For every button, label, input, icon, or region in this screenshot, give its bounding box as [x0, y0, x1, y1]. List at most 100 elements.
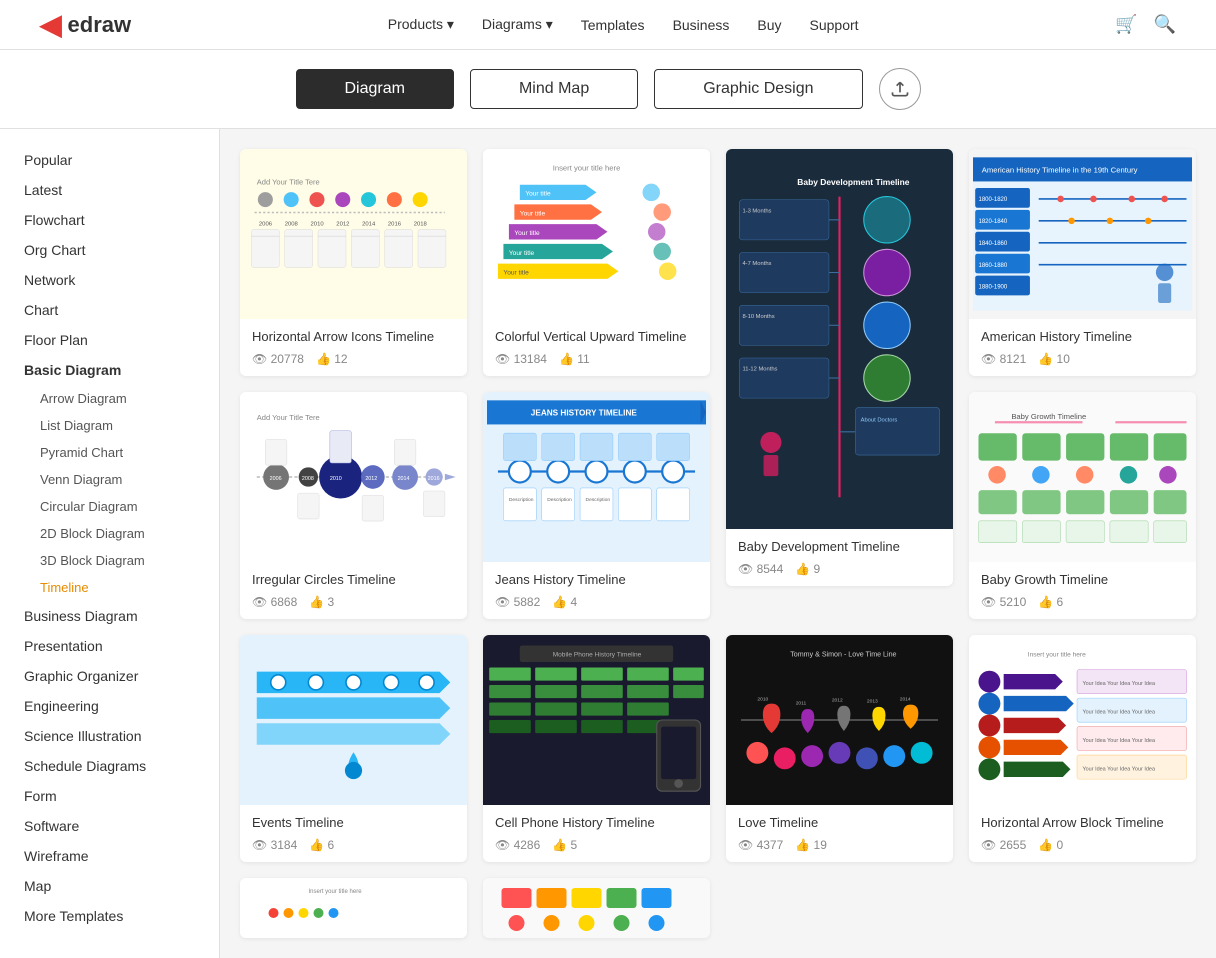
card-baby-growth[interactable]: Baby Growth Timeline	[969, 392, 1196, 619]
card-meta: 👁 4377 👍 19	[738, 838, 941, 852]
nav-templates[interactable]: Templates	[581, 17, 645, 33]
sidebar-software[interactable]: Software	[0, 811, 219, 841]
sidebar-circular-diagram[interactable]: Circular Diagram	[0, 493, 219, 520]
svg-text:Description: Description	[509, 497, 534, 503]
sidebar-flowchart[interactable]: Flowchart	[0, 205, 219, 235]
sidebar-floor-plan[interactable]: Floor Plan	[0, 325, 219, 355]
sidebar-map[interactable]: Map	[0, 871, 219, 901]
tab-graphic-design[interactable]: Graphic Design	[654, 69, 862, 109]
svg-text:Insert your title here: Insert your title here	[1028, 651, 1086, 658]
card-colorful-vertical[interactable]: Insert your title here Your title Your t…	[483, 149, 710, 376]
views: 👁 20778	[252, 352, 304, 366]
card-bottom-partial[interactable]: Insert your title here	[240, 878, 467, 938]
nav-business[interactable]: Business	[673, 17, 730, 33]
sidebar-timeline[interactable]: Timeline	[0, 574, 219, 601]
sidebar-presentation[interactable]: Presentation	[0, 631, 219, 661]
svg-text:Description: Description	[547, 497, 572, 503]
svg-text:Add Your Title Tere: Add Your Title Tere	[257, 413, 320, 422]
svg-text:2016: 2016	[428, 476, 440, 482]
card-horizontal-arrow-block[interactable]: Insert your title here	[969, 635, 1196, 862]
card-meta: 👁 13184 👍 11	[495, 352, 698, 366]
card-title: Events Timeline	[252, 815, 455, 830]
main-layout: Popular Latest Flowchart Org Chart Netwo…	[0, 129, 1216, 958]
card-horizontal-arrow-icons[interactable]: Add Your Title Tere 2006 2008 2010	[240, 149, 467, 376]
svg-text:2013: 2013	[867, 698, 878, 704]
cart-icon[interactable]: 🛒	[1115, 14, 1137, 35]
sidebar-engineering[interactable]: Engineering	[0, 691, 219, 721]
nav-products[interactable]: Products ▾	[388, 16, 454, 33]
sidebar-graphic-organizer[interactable]: Graphic Organizer	[0, 661, 219, 691]
card-jeans-history[interactable]: JEANS HISTORY TIMELINE	[483, 392, 710, 619]
card-body: Jeans History Timeline 👁 5882 👍 4	[483, 562, 710, 619]
sidebar-form[interactable]: Form	[0, 781, 219, 811]
sidebar-chart[interactable]: Chart	[0, 295, 219, 325]
card-meta: 👁 5882 👍 4	[495, 595, 698, 609]
card-irregular-circles[interactable]: Add Your Title Tere 2006 2008 2010	[240, 392, 467, 619]
svg-text:Your title: Your title	[525, 191, 551, 198]
upload-button[interactable]	[879, 68, 921, 110]
sidebar-latest[interactable]: Latest	[0, 175, 219, 205]
svg-text:4-7 Months: 4-7 Months	[742, 261, 771, 267]
sidebar-wireframe[interactable]: Wireframe	[0, 841, 219, 871]
card-title: Baby Growth Timeline	[981, 572, 1184, 587]
card-title: Irregular Circles Timeline	[252, 572, 455, 587]
svg-text:1800-1820: 1800-1820	[978, 197, 1007, 203]
card-title: Horizontal Arrow Block Timeline	[981, 815, 1184, 830]
nav-support[interactable]: Support	[810, 17, 859, 33]
svg-text:11-12 Months: 11-12 Months	[742, 367, 777, 373]
likes: 👍 3	[309, 595, 334, 609]
sidebar-venn-diagram[interactable]: Venn Diagram	[0, 466, 219, 493]
sidebar-basic-diagram[interactable]: Basic Diagram	[0, 355, 219, 385]
views: 👁 2655	[981, 838, 1026, 852]
logo[interactable]: ◀ edraw	[40, 8, 131, 41]
card-meta: 👁 5210 👍 6	[981, 595, 1184, 609]
card-meta: 👁 4286 👍 5	[495, 838, 698, 852]
svg-text:Your Idea Your Idea Your Ide: Your Idea Your Idea Your Idea	[1083, 709, 1156, 715]
sidebar-arrow-diagram[interactable]: Arrow Diagram	[0, 385, 219, 412]
svg-text:Baby Growth Timeline: Baby Growth Timeline	[1011, 412, 1086, 421]
likes: 👍 6	[309, 838, 334, 852]
sidebar-2d-block[interactable]: 2D Block Diagram	[0, 520, 219, 547]
svg-text:Your Idea Your Idea Your Ide: Your Idea Your Idea Your Idea	[1083, 681, 1156, 687]
svg-text:Mobile Phone History Timeline: Mobile Phone History Timeline	[553, 651, 642, 658]
tab-mindmap[interactable]: Mind Map	[470, 69, 638, 109]
sidebar-popular[interactable]: Popular	[0, 145, 219, 175]
card-color-timeline-partial[interactable]	[483, 878, 710, 938]
svg-text:Description: Description	[586, 497, 611, 503]
svg-text:Insert your title here: Insert your title here	[553, 163, 621, 172]
views: 👁 4377	[738, 838, 783, 852]
tab-diagram[interactable]: Diagram	[296, 69, 454, 109]
card-american-history[interactable]: American History Timeline in the 19th Ce…	[969, 149, 1196, 376]
nav-diagrams[interactable]: Diagrams ▾	[482, 16, 553, 33]
card-body: Baby Development Timeline 👁 8544 👍 9	[726, 529, 953, 586]
nav-buy[interactable]: Buy	[757, 17, 781, 33]
sidebar-pyramid-chart[interactable]: Pyramid Chart	[0, 439, 219, 466]
card-body: Love Timeline 👁 4377 👍 19	[726, 805, 953, 862]
sidebar-3d-block[interactable]: 3D Block Diagram	[0, 547, 219, 574]
content-area: Add Your Title Tere 2006 2008 2010	[220, 129, 1216, 958]
card-events-timeline[interactable]: Events Timeline 👁 3184 👍 6	[240, 635, 467, 862]
svg-text:2014: 2014	[398, 476, 410, 482]
sidebar-science[interactable]: Science Illustration	[0, 721, 219, 751]
views: 👁 8121	[981, 352, 1026, 366]
svg-text:1-3 Months: 1-3 Months	[742, 208, 771, 214]
views: 👁 8544	[738, 562, 783, 576]
sidebar-business-diagram[interactable]: Business Diagram	[0, 601, 219, 631]
sidebar-schedule[interactable]: Schedule Diagrams	[0, 751, 219, 781]
card-body: Events Timeline 👁 3184 👍 6	[240, 805, 467, 862]
card-body: Horizontal Arrow Icons Timeline 👁 20778 …	[240, 319, 467, 376]
svg-text:2014: 2014	[362, 221, 376, 227]
sidebar-org-chart[interactable]: Org Chart	[0, 235, 219, 265]
svg-text:2014: 2014	[900, 696, 911, 702]
svg-text:Add Your Title Tere: Add Your Title Tere	[257, 178, 320, 187]
likes: 👍 12	[316, 352, 348, 366]
sidebar-network[interactable]: Network	[0, 265, 219, 295]
sidebar-more-templates[interactable]: More Templates	[0, 901, 219, 931]
svg-text:2006: 2006	[270, 476, 282, 482]
card-cell-phone-history[interactable]: Mobile Phone History Timeline	[483, 635, 710, 862]
search-icon[interactable]: 🔍	[1154, 14, 1176, 35]
sidebar-list-diagram[interactable]: List Diagram	[0, 412, 219, 439]
svg-text:2008: 2008	[285, 221, 299, 227]
card-love-timeline[interactable]: Tommy & Simon - Love Time Line 2010 2011…	[726, 635, 953, 862]
card-baby-development[interactable]: Baby Development Timeline 1-3 Months 4-7…	[726, 149, 953, 586]
